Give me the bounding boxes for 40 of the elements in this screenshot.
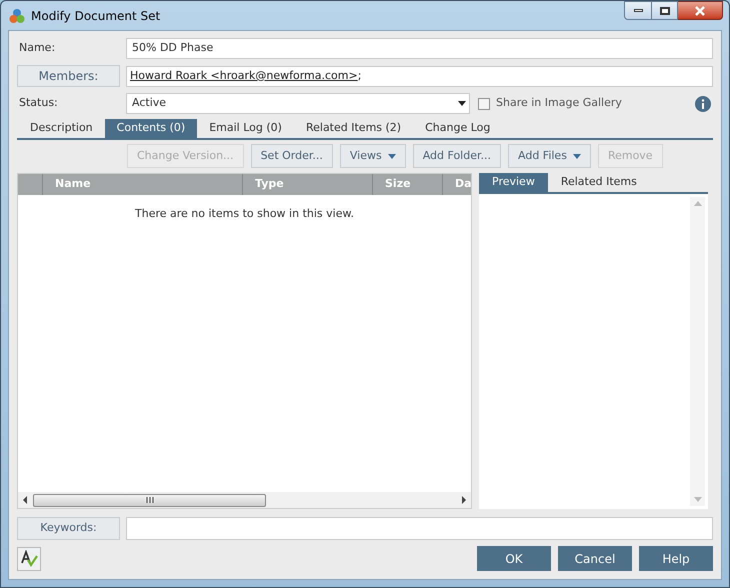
caret-icon	[458, 101, 466, 106]
window-title: Modify Document Set	[31, 8, 160, 24]
tab[interactable]: Description	[18, 119, 105, 138]
tab[interactable]: Contents (0)	[104, 119, 198, 138]
empty-message: There are no items to show in this view.	[135, 206, 354, 222]
members-field[interactable]: Howard Roark <hroark@newforma.com>;	[126, 66, 713, 86]
toolbar-button[interactable]: Add Folder...	[412, 144, 501, 168]
scroll-right-icon[interactable]	[460, 496, 468, 504]
members-button[interactable]: Members:	[17, 65, 120, 87]
dialog-button[interactable]: Help	[639, 546, 713, 571]
field-label: Status:	[18, 95, 59, 112]
dialog-button[interactable]: OK	[477, 546, 551, 571]
toolbar-button[interactable]: Set Order...	[250, 144, 333, 168]
checkbox-label: Share in Image Gallery	[496, 95, 622, 112]
name-field[interactable]: 50% DD Phase	[126, 38, 713, 59]
app-logo-icon	[9, 8, 25, 24]
scroll-left-icon[interactable]	[21, 496, 29, 504]
tab[interactable]: Email Log (0)	[197, 119, 294, 138]
spell-check-icon[interactable]	[17, 546, 41, 570]
maximize-icon[interactable]	[652, 1, 678, 20]
horizontal-scrollbar-thumb[interactable]	[33, 494, 266, 506]
caret-icon	[572, 154, 581, 158]
separator-text: ;	[358, 68, 362, 84]
caret-icon	[388, 154, 396, 158]
close-icon[interactable]	[678, 1, 723, 20]
field-label: Name:	[18, 40, 56, 56]
member-link[interactable]: Howard Roark <hroark@newforma.com>	[130, 68, 358, 84]
tab[interactable]: Related Items	[548, 173, 650, 192]
keywords-button[interactable]: Keywords:	[17, 517, 120, 540]
tab[interactable]: Preview	[479, 173, 548, 192]
info-icon[interactable]	[695, 96, 711, 112]
keywords-field[interactable]	[126, 517, 713, 540]
dialog-button[interactable]: Cancel	[558, 546, 632, 571]
tab[interactable]: Related Items (2)	[294, 119, 414, 138]
minimize-icon[interactable]	[624, 1, 652, 20]
toolbar-button[interactable]: Views	[340, 144, 406, 168]
toolbar-button[interactable]: Add Files	[508, 144, 591, 168]
tab[interactable]: Change Log	[413, 119, 502, 138]
status-dropdown[interactable]: Active	[126, 93, 470, 114]
share-checkbox[interactable]	[478, 98, 490, 110]
